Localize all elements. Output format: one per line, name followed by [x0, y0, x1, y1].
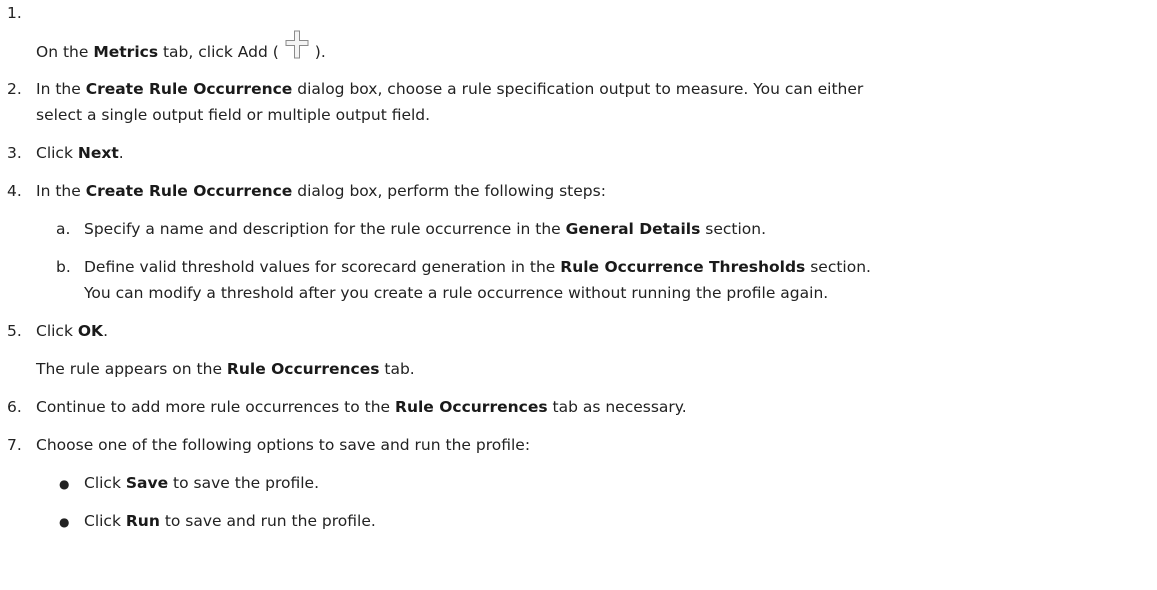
step-text: Choose one of the following options to s… [36, 436, 531, 454]
text-segment: section. [700, 220, 767, 238]
ui-label-next: Next [77, 144, 119, 162]
ui-label-save: Save [125, 474, 169, 492]
plus-icon [285, 30, 309, 59]
step-result-note: The rule appears on the Rule Occurrences… [36, 360, 415, 378]
step-number: 7. [7, 436, 22, 454]
bullet-icon: ● [59, 515, 70, 529]
step-text: In the Create Rule Occurrence dialog box… [36, 182, 606, 200]
text-segment: dialog box, choose a rule specification … [292, 80, 864, 98]
substep-text: Specify a name and description for the r… [84, 220, 766, 238]
substep-letter: b. [56, 258, 71, 276]
ui-label-rule-occurrence-thresholds: Rule Occurrence Thresholds [560, 258, 806, 276]
text-segment: Specify a name and description for the r… [84, 220, 566, 238]
ui-label-rule-occurrences: Rule Occurrences [226, 360, 380, 378]
step-text: On the Metrics tab, click Add ( ). [36, 30, 326, 61]
text-segment: tab, click Add ( [158, 43, 279, 61]
substep-text: Define valid threshold values for scorec… [84, 258, 871, 276]
step-text-continued: select a single output field or multiple… [36, 106, 431, 124]
step-text: Click Next. [36, 144, 124, 162]
text-segment: In the [36, 182, 86, 200]
ui-label-run: Run [125, 512, 160, 530]
text-segment: . [103, 322, 108, 340]
ui-label-metrics: Metrics [93, 43, 159, 61]
text-segment: section. [805, 258, 871, 276]
substep-text-continued: You can modify a threshold after you cre… [84, 284, 829, 302]
step-number: 5. [7, 322, 22, 340]
step-number: 2. [7, 80, 22, 98]
text-segment: to save and run the profile. [159, 512, 376, 530]
text-segment: to save the profile. [168, 474, 320, 492]
step-text: Continue to add more rule occurrences to… [36, 398, 687, 416]
ui-label-create-rule-occurrence: Create Rule Occurrence [85, 182, 293, 200]
ui-label-create-rule-occurrence: Create Rule Occurrence [85, 80, 293, 98]
text-segment: tab. [379, 360, 415, 378]
text-segment: Define valid threshold values for scorec… [84, 258, 561, 276]
step-text: In the Create Rule Occurrence dialog box… [36, 80, 863, 98]
text-segment: tab as necessary. [547, 398, 687, 416]
bullet-icon: ● [59, 477, 70, 491]
text-segment: dialog box, perform the following steps: [292, 182, 606, 200]
text-segment: ). [314, 43, 326, 61]
step-number: 4. [7, 182, 22, 200]
ui-label-general-details: General Details [565, 220, 701, 238]
text-segment: The rule appears on the [36, 360, 227, 378]
step-number: 1. [7, 4, 22, 22]
bullet-text: Click Save to save the profile. [84, 474, 319, 492]
text-segment: Continue to add more rule occurrences to… [36, 398, 396, 416]
text-segment: Click [36, 144, 78, 162]
text-segment: Click [36, 322, 78, 340]
step-number: 3. [7, 144, 22, 162]
substep-letter: a. [56, 220, 71, 238]
text-segment: In the [36, 80, 86, 98]
ui-label-rule-occurrences: Rule Occurrences [395, 398, 548, 416]
step-text: Click OK. [36, 322, 108, 340]
text-segment: Click [84, 474, 126, 492]
text-segment: Click [84, 512, 126, 530]
text-segment: . [118, 144, 124, 162]
ui-label-ok: OK [77, 322, 104, 340]
bullet-text: Click Run to save and run the profile. [84, 512, 376, 530]
text-segment: On the [36, 43, 94, 61]
step-number: 6. [7, 398, 22, 416]
